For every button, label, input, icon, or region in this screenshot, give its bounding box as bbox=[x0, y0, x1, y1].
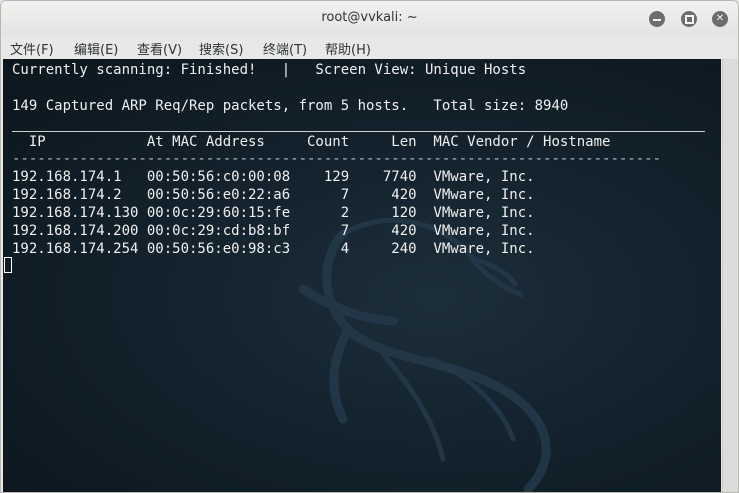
table-row: 192.168.174.254 00:50:56:e0:98:c3 4 240 … bbox=[12, 241, 535, 257]
menu-view[interactable]: 查看(V) bbox=[137, 39, 182, 58]
dash-separator: ----------------------------------------… bbox=[12, 151, 662, 167]
terminal-window: root@vvkali: ~ ✕ 文件(F) 编辑(E) 查看(V) 搜索(S)… bbox=[0, 0, 739, 493]
table-row: 192.168.174.1 00:50:56:c0:00:08 129 7740… bbox=[12, 169, 535, 185]
menu-file[interactable]: 文件(F) bbox=[10, 39, 54, 58]
minimize-icon[interactable] bbox=[649, 11, 665, 27]
summary-line: 149 Captured ARP Req/Rep packets, from 5… bbox=[12, 98, 569, 114]
terminal-area[interactable]: Currently scanning: Finished! | Screen V… bbox=[3, 59, 721, 492]
maximize-icon[interactable] bbox=[681, 11, 697, 27]
menu-edit[interactable]: 编辑(E) bbox=[74, 39, 118, 58]
text-cursor bbox=[4, 257, 12, 273]
title-bar[interactable]: root@vvkali: ~ ✕ bbox=[1, 1, 738, 36]
header-rule bbox=[12, 131, 705, 132]
scrollbar[interactable] bbox=[722, 59, 738, 492]
close-icon[interactable]: ✕ bbox=[712, 11, 728, 27]
menu-help[interactable]: 帮助(H) bbox=[325, 39, 371, 58]
menu-bar: 文件(F) 编辑(E) 查看(V) 搜索(S) 终端(T) 帮助(H) bbox=[1, 36, 738, 59]
table-row: 192.168.174.2 00:50:56:e0:22:a6 7 420 VM… bbox=[12, 187, 535, 203]
table-header: IP At MAC Address Count Len MAC Vendor /… bbox=[12, 134, 611, 150]
table-row: 192.168.174.130 00:0c:29:60:15:fe 2 120 … bbox=[12, 205, 535, 221]
table-row: 192.168.174.200 00:0c:29:cd:b8:bf 7 420 … bbox=[12, 223, 535, 239]
status-line: Currently scanning: Finished! | Screen V… bbox=[12, 62, 527, 78]
kali-dragon-watermark bbox=[298, 217, 551, 492]
window-title: root@vvkali: ~ bbox=[321, 10, 418, 25]
menu-search[interactable]: 搜索(S) bbox=[199, 39, 243, 58]
menu-terminal[interactable]: 终端(T) bbox=[263, 39, 307, 58]
